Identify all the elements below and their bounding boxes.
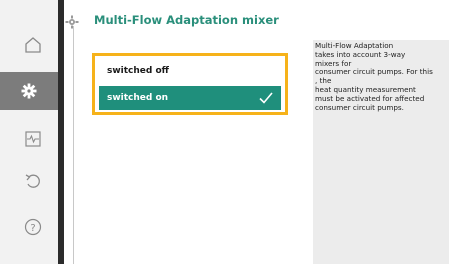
checkmark-icon [259, 92, 273, 104]
option-list: switched off switched on [92, 53, 288, 115]
nav-rail-edge [58, 0, 64, 264]
help-icon: ? [24, 218, 42, 236]
settings-gear-icon [21, 83, 37, 99]
undo-icon [25, 174, 40, 188]
settings-button[interactable] [0, 72, 58, 110]
diagnostics-icon [25, 131, 41, 147]
help-text: Multi-Flow Adaptation takes into account… [315, 41, 433, 112]
nav-rail: ? [0, 0, 64, 264]
step-gear-icon [65, 15, 79, 29]
home-icon [25, 37, 41, 53]
option-switched-off[interactable]: switched off [99, 59, 281, 83]
option-switched-on[interactable]: switched on [99, 86, 281, 110]
page-title: Multi-Flow Adaptation mixer [94, 13, 279, 27]
option-label: switched on [107, 93, 169, 103]
diagnostics-button[interactable] [16, 122, 50, 156]
option-label: switched off [107, 66, 169, 76]
home-button[interactable] [16, 28, 50, 62]
svg-text:?: ? [30, 223, 35, 234]
help-button[interactable]: ? [16, 210, 50, 244]
undo-button[interactable] [16, 164, 50, 198]
help-panel: Multi-Flow Adaptation takes into account… [313, 40, 449, 264]
step-line [73, 26, 74, 264]
